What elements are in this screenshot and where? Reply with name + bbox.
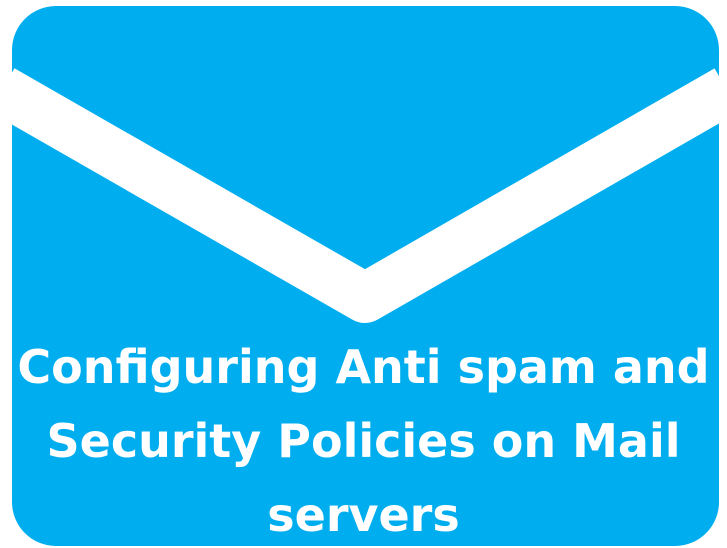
title-line-1: Configuring Anti spam and <box>17 340 710 394</box>
page-title: Configuring Anti spam and Security Polic… <box>0 330 727 548</box>
graphic-canvas: Configuring Anti spam and Security Polic… <box>0 0 727 548</box>
title-line-2: Security Policies on Mail <box>46 414 681 468</box>
title-line-3: servers <box>267 488 460 542</box>
